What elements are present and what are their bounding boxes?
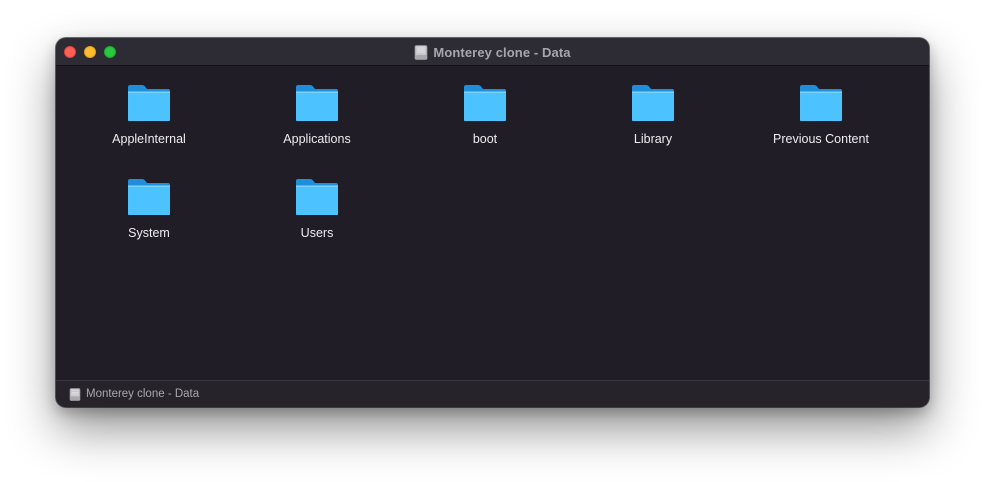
folder-item-system[interactable]: System xyxy=(74,160,224,240)
folder-item-boot[interactable]: boot xyxy=(410,66,560,146)
folder-item-library[interactable]: Library xyxy=(578,66,728,146)
folder-item-applications[interactable]: Applications xyxy=(242,66,392,146)
folder-label: Users xyxy=(300,226,334,240)
folder-label: boot xyxy=(472,132,498,146)
path-bar-label: Monterey clone - Data xyxy=(86,388,200,400)
folder-icon xyxy=(630,83,676,123)
folder-label: Library xyxy=(633,132,673,146)
external-drive-icon xyxy=(69,387,81,401)
folder-label: AppleInternal xyxy=(112,132,186,146)
finder-window: Monterey clone - Data AppleInternal Appl… xyxy=(56,38,929,407)
path-bar: Monterey clone - Data xyxy=(56,380,929,407)
path-bar-item[interactable]: Monterey clone - Data xyxy=(69,381,199,407)
folder-item-appleinternal[interactable]: AppleInternal xyxy=(74,66,224,146)
folder-icon xyxy=(462,83,508,123)
folder-icon xyxy=(294,83,340,123)
folder-icon xyxy=(126,83,172,123)
window-title-group: Monterey clone - Data xyxy=(56,38,929,66)
folder-icon xyxy=(798,83,844,123)
window-title: Monterey clone - Data xyxy=(433,44,571,60)
folder-label: System xyxy=(128,226,170,240)
folder-label: Previous Content xyxy=(773,132,869,146)
folder-item-users[interactable]: Users xyxy=(242,160,392,240)
folder-icon xyxy=(126,177,172,217)
folder-item-previous-content[interactable]: Previous Content xyxy=(746,66,896,146)
title-bar[interactable]: Monterey clone - Data xyxy=(56,38,929,66)
external-drive-icon xyxy=(414,44,428,60)
folder-icon xyxy=(294,177,340,217)
file-icon-grid: AppleInternal Applications boot Library … xyxy=(56,66,929,380)
folder-label: Applications xyxy=(283,132,351,146)
